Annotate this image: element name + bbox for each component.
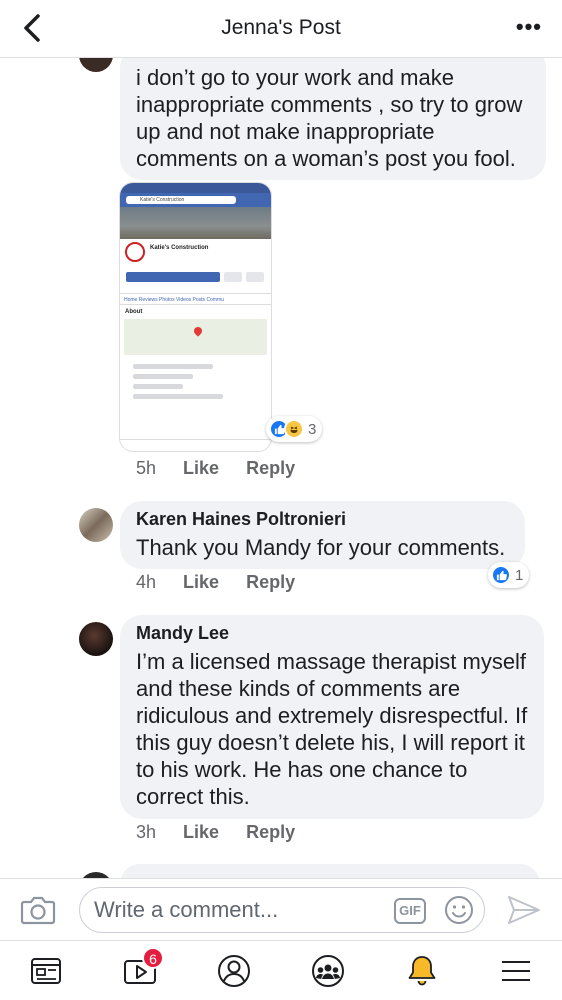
comments-feed[interactable]: i don’t go to your work and make inappro…	[0, 58, 562, 878]
emoji-icon[interactable]	[444, 895, 474, 925]
cover-photo	[120, 207, 271, 239]
comment-time: 5h	[136, 458, 157, 478]
comment-text: I’m a licensed massage therapist myself …	[136, 649, 528, 809]
attachment-screenshot[interactable]: Katie's Construction Katie's Constructio…	[119, 182, 272, 452]
map-pin-icon	[192, 325, 204, 337]
gif-button[interactable]: GIF	[394, 898, 426, 924]
comment-time: 3h	[136, 822, 157, 842]
profile-icon[interactable]	[216, 953, 252, 989]
page-tabs: Home Reviews Photos Videos Posts Commu	[120, 293, 271, 305]
reaction-count: 1	[515, 566, 524, 584]
avatar[interactable]	[79, 508, 113, 542]
comment-bubble: Karen Haines Poltronieri Thank you Mandy…	[120, 501, 525, 569]
search-field-thumbnail: Katie's Construction	[126, 196, 236, 204]
camera-icon[interactable]	[20, 893, 56, 927]
comment-time: 4h	[136, 572, 157, 592]
haha-reaction-icon	[284, 419, 304, 439]
avatar[interactable]	[79, 622, 113, 656]
comment-bubble: Mandy Lee I’m a licensed massage therapi…	[120, 615, 544, 819]
reaction-summary[interactable]: 1	[488, 562, 530, 588]
page-title: Jenna's Post	[221, 16, 341, 39]
notification-badge: 6	[142, 947, 164, 969]
comment-text: Thank you Mandy for your comments.	[136, 535, 506, 560]
notifications-bell-icon[interactable]	[404, 953, 440, 989]
commenter-name[interactable]: Karen Haines Poltronieri	[136, 509, 509, 530]
bottom-navigation: 6	[0, 940, 562, 1000]
reply-button[interactable]: Reply	[246, 822, 295, 842]
page-name: Katie's Construction	[150, 245, 209, 251]
like-button[interactable]: Like	[183, 458, 219, 478]
like-reaction-icon	[491, 565, 511, 585]
more-options-icon[interactable]: •••	[516, 14, 542, 40]
send-icon[interactable]	[506, 894, 542, 926]
news-feed-icon[interactable]	[28, 953, 64, 989]
groups-icon[interactable]	[310, 953, 346, 989]
comment-actions: 4h Like Reply	[136, 572, 317, 593]
comment-text: i don’t go to your work and make inappro…	[136, 65, 523, 171]
avatar[interactable]	[79, 58, 113, 72]
page-logo	[125, 242, 145, 262]
top-bar: Jenna's Post •••	[0, 0, 562, 58]
reply-button[interactable]: Reply	[246, 458, 295, 478]
commenter-name[interactable]: Mandy Lee	[136, 623, 528, 644]
comment-input-wrapper: GIF	[79, 887, 485, 933]
comment-composer: GIF	[0, 878, 562, 940]
reaction-summary[interactable]: 3	[266, 416, 323, 442]
call-now-button-thumbnail	[126, 272, 220, 282]
map-thumbnail	[124, 319, 267, 355]
comment-bubble: i don’t go to your work and make inappro…	[120, 58, 546, 180]
like-button[interactable]: Like	[183, 572, 219, 592]
reply-button[interactable]: Reply	[246, 572, 295, 592]
menu-icon[interactable]	[498, 953, 534, 989]
comment-bubble	[120, 864, 540, 878]
comment-input[interactable]	[94, 896, 384, 924]
comment-actions: 5h Like Reply	[136, 458, 317, 479]
about-heading: About	[125, 309, 143, 315]
reaction-count: 3	[308, 420, 317, 438]
comment-actions: 3h Like Reply	[136, 822, 317, 843]
watch-tab[interactable]: 6	[122, 947, 164, 989]
like-button[interactable]: Like	[183, 822, 219, 842]
